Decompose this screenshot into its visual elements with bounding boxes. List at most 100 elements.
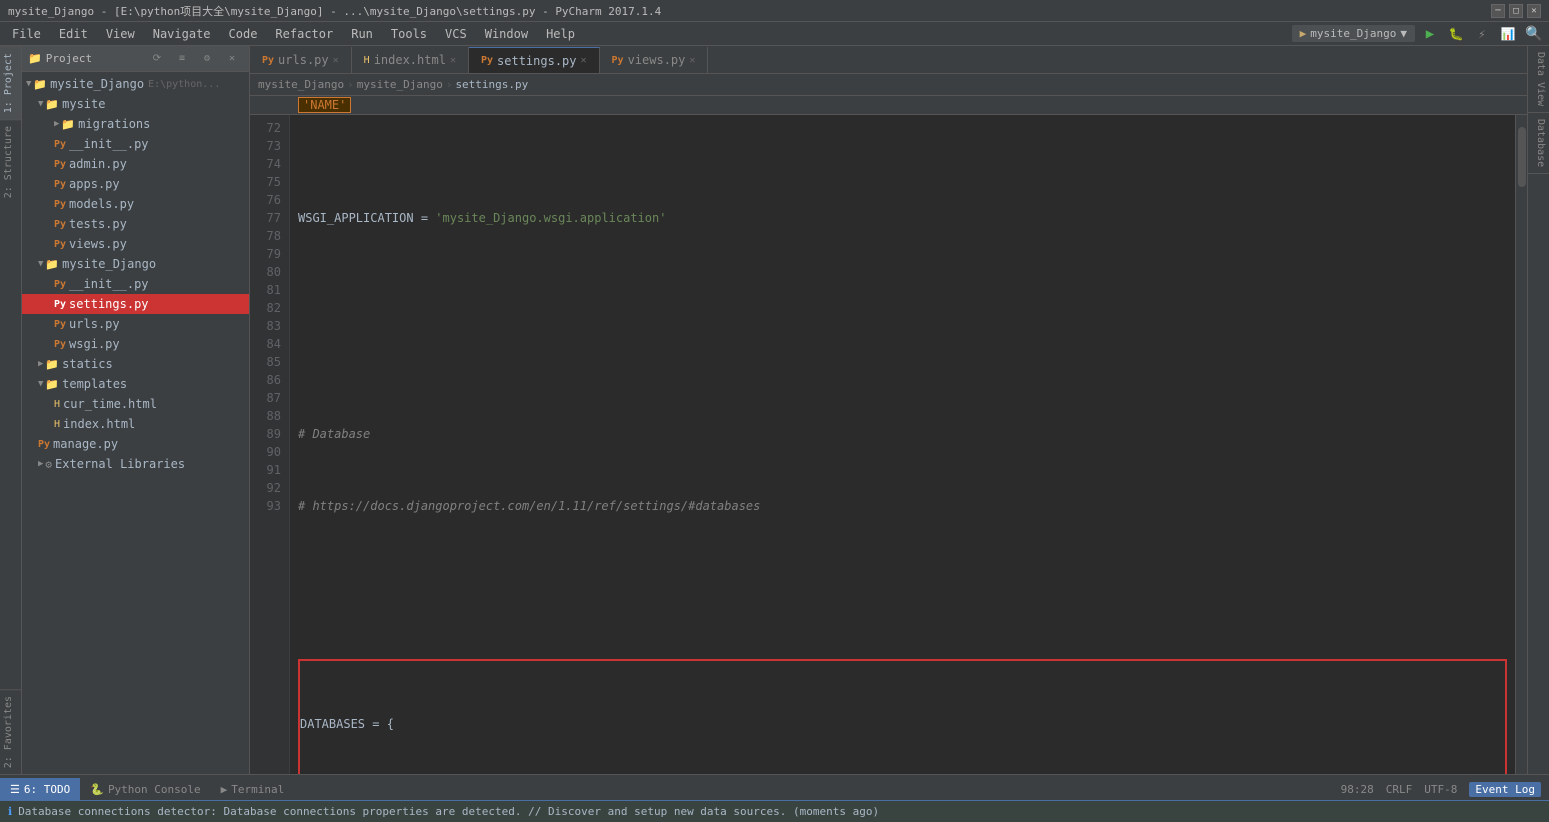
tab-views-close[interactable]: ✕ [689,55,695,66]
header-highlight-text: 'NAME' [298,97,351,113]
code-line-72: WSGI_APPLICATION = 'mysite_Django.wsgi.a… [298,209,1507,227]
run-button[interactable]: ▶ [1419,23,1441,45]
notif-icon: ℹ [8,805,12,818]
status-crlf: CRLF [1386,783,1413,796]
code-content[interactable]: WSGI_APPLICATION = 'mysite_Django.wsgi.a… [290,115,1515,774]
vtab-project[interactable]: 1: Project [0,46,21,119]
menu-window[interactable]: Window [477,25,536,43]
breadcrumb-folder[interactable]: mysite_Django [357,78,443,91]
tab-index[interactable]: H index.html ✕ [352,47,469,73]
close-panel-button[interactable]: ✕ [221,48,243,70]
tab-settings-close[interactable]: ✕ [581,55,587,66]
vtab-favorites[interactable]: 2: Favorites [0,689,21,774]
maximize-button[interactable]: □ [1509,4,1523,18]
window-controls[interactable]: ─ □ ✕ [1491,4,1541,18]
code-line-75: # Database [298,425,1507,443]
py-icon-6: Py [54,239,66,250]
project-title: Project [46,52,92,65]
menu-code[interactable]: Code [221,25,266,43]
search-everywhere-button[interactable]: 🔍 [1523,23,1545,45]
sync-button[interactable]: ⟳ [146,48,168,70]
tree-item-tests[interactable]: Py tests.py [22,214,249,234]
minimize-button[interactable]: ─ [1491,4,1505,18]
event-log-label: Event Log [1475,783,1535,796]
py-icon-9: Py [54,319,66,330]
tree-item-templates[interactable]: 📁 templates [22,374,249,394]
rvtab-database[interactable]: Database [1528,113,1549,174]
rvtab-dataview[interactable]: Data View [1528,46,1549,113]
tree-root[interactable]: 📁 mysite_Django E:\python... [22,74,249,94]
tree-root-label: mysite_Django [50,77,144,91]
tree-item-settings[interactable]: Py settings.py [22,294,249,314]
tree-item-init-django[interactable]: Py __init__.py [22,274,249,294]
tree-item-cur-time[interactable]: H cur_time.html [22,394,249,414]
breadcrumb-file[interactable]: settings.py [455,78,528,91]
tree-settings-label: settings.py [69,297,148,311]
ext-libs-arrow [38,459,43,469]
tree-item-wsgi[interactable]: Py wsgi.py [22,334,249,354]
migrations-folder-icon: 📁 [61,118,75,131]
menu-refactor[interactable]: Refactor [267,25,341,43]
tree-item-ext-libs[interactable]: ⚙ External Libraries [22,454,249,474]
bottom-tab-python-console[interactable]: 🐍 Python Console [80,778,210,800]
tree-item-manage[interactable]: Py manage.py [22,434,249,454]
menu-vcs[interactable]: VCS [437,25,475,43]
event-log-button[interactable]: Event Log [1469,782,1541,797]
collapse-all-button[interactable]: ≡ [171,48,193,70]
menu-help[interactable]: Help [538,25,583,43]
project-header: 📁 Project ⟳ ≡ ⚙ ✕ [22,46,249,72]
bottom-tab-todo[interactable]: ☰ 6: TODO [0,778,80,800]
statics-folder-icon: 📁 [45,358,59,371]
notification-bar: ℹ Database connections detector: Databas… [0,800,1549,822]
tab-urls-close[interactable]: ✕ [333,55,339,66]
tab-index-close[interactable]: ✕ [450,55,456,66]
mysite-folder-icon: 📁 [45,98,59,111]
code-editor: 72 73 74 75 76 77 78 79 80 81 82 83 84 8… [250,115,1527,774]
tree-item-mysite-django[interactable]: 📁 mysite_Django [22,254,249,274]
menu-tools[interactable]: Tools [383,25,435,43]
tab-urls[interactable]: Py urls.py ✕ [250,47,352,73]
breadcrumb-root[interactable]: mysite_Django [258,78,344,91]
tree-item-mysite[interactable]: 📁 mysite [22,94,249,114]
menu-navigate[interactable]: Navigate [145,25,219,43]
menu-view[interactable]: View [98,25,143,43]
scrollbar-thumb[interactable] [1518,127,1526,187]
tree-migrations-label: migrations [78,117,150,131]
run-config-selector[interactable]: ▶ mysite_Django ▼ [1292,25,1415,42]
tree-item-apps[interactable]: Py apps.py [22,174,249,194]
menu-edit[interactable]: Edit [51,25,96,43]
bottom-tab-terminal[interactable]: ▶ Terminal [211,778,295,800]
breadcrumb: mysite_Django › mysite_Django › settings… [250,74,1527,96]
menu-file[interactable]: File [4,25,49,43]
statics-arrow [38,359,43,369]
py-icon-8: Py [54,299,66,310]
vertical-scrollbar[interactable] [1515,115,1527,774]
profile-button[interactable]: 📊 [1497,23,1519,45]
tree-item-admin[interactable]: Py admin.py [22,154,249,174]
tab-settings-label: settings.py [497,54,576,68]
tree-item-index-html[interactable]: H index.html [22,414,249,434]
menu-run[interactable]: Run [343,25,381,43]
mysite-django-arrow [38,259,43,269]
editor-area: Py urls.py ✕ H index.html ✕ Py settings.… [250,46,1527,774]
tree-item-init-mysite[interactable]: Py __init__.py [22,134,249,154]
tree-mysite-django-label: mysite_Django [62,257,156,271]
tree-item-urls[interactable]: Py urls.py [22,314,249,334]
tab-settings[interactable]: Py settings.py ✕ [469,47,600,73]
todo-label: 6: TODO [24,783,70,796]
coverage-button[interactable]: ⚡ [1471,23,1493,45]
code-line-76: # https://docs.djangoproject.com/en/1.11… [298,497,1507,515]
tree-item-views[interactable]: Py views.py [22,234,249,254]
close-button[interactable]: ✕ [1527,4,1541,18]
settings-button[interactable]: ⚙ [196,48,218,70]
debug-button[interactable]: 🐛 [1445,23,1467,45]
run-config-chevron: ▼ [1400,27,1407,40]
vtab-structure[interactable]: 2: Structure [0,119,21,204]
tab-views[interactable]: Py views.py ✕ [600,47,709,73]
code-line-74 [298,353,1507,371]
tree-item-statics[interactable]: 📁 statics [22,354,249,374]
tree-item-migrations[interactable]: 📁 migrations [22,114,249,134]
bottom-tabs-bar: ☰ 6: TODO 🐍 Python Console ▶ Terminal 98… [0,774,1549,800]
py-icon-2: Py [54,159,66,170]
tree-item-models[interactable]: Py models.py [22,194,249,214]
